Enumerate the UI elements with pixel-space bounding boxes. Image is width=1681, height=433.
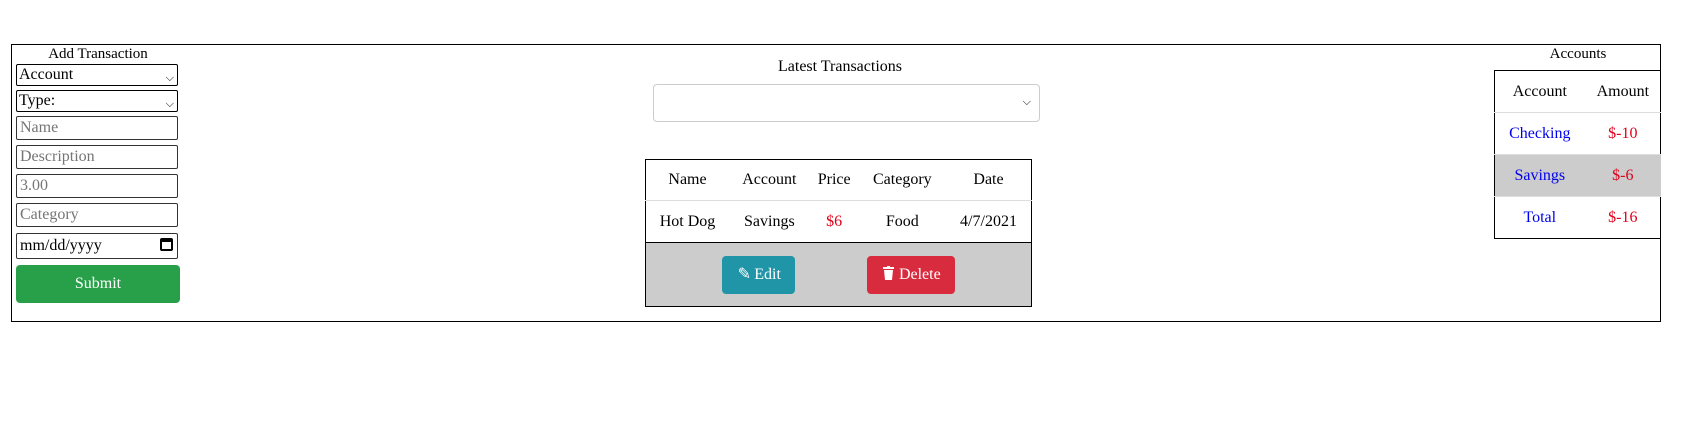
cell-category: Food	[885, 212, 919, 230]
trash-icon	[881, 256, 897, 294]
account-row-checking[interactable]: Checking $-10	[1494, 112, 1661, 155]
column-header-price: Price	[817, 171, 851, 188]
delete-button[interactable]: Delete	[866, 255, 955, 294]
type-select-value: Type:	[19, 92, 56, 109]
account-row-total: Total $-16	[1494, 196, 1661, 239]
account-amount: $-16	[1608, 208, 1638, 226]
chevron-down-icon: ⌵	[165, 72, 174, 84]
amount-input[interactable]: 3.00	[16, 174, 178, 198]
account-amount: $-10	[1608, 124, 1638, 142]
add-transaction-title: Add Transaction	[48, 46, 148, 62]
cell-account: Savings	[744, 212, 795, 230]
column-header-name: Name	[668, 171, 707, 188]
name-input[interactable]: Name	[16, 116, 178, 140]
add-transaction-panel: Add Transaction Account ⌵ Type: ⌵ Name D…	[16, 44, 180, 303]
account-name[interactable]: Total	[1495, 197, 1585, 239]
delete-label: Delete	[898, 265, 941, 283]
account-select[interactable]: Account ⌵	[16, 64, 178, 86]
cell-name: Hot Dog	[659, 212, 716, 230]
edit-label: Edit	[754, 265, 781, 283]
cell-price: $6	[826, 212, 843, 230]
category-input[interactable]: Category	[16, 203, 178, 227]
edit-button[interactable]: ✎ Edit	[722, 255, 795, 294]
cell-date: 4/7/2021	[960, 212, 1017, 230]
accounts-title: Accounts	[1549, 46, 1607, 62]
row-actions: ✎ Edit Delete	[645, 242, 1032, 307]
column-header-account: Account	[742, 171, 797, 188]
table-row[interactable]: Hot Dog Savings $6 Food 4/7/2021	[646, 201, 1032, 243]
accounts-header-row: Account Amount	[1494, 71, 1661, 113]
chevron-down-icon: ⌵	[1022, 96, 1031, 108]
type-select[interactable]: Type: ⌵	[16, 90, 178, 112]
transactions-table: Name Account Price Category Date Hot Dog…	[645, 159, 1032, 307]
chevron-down-icon: ⌵	[165, 98, 174, 110]
edit-icon: ✎	[737, 265, 751, 283]
account-row-savings[interactable]: Savings $-6	[1494, 154, 1661, 197]
column-header-account: Account	[1512, 82, 1567, 100]
accounts-table: Account Amount Checking $-10 Savings $-6…	[1494, 70, 1661, 239]
column-header-date: Date	[973, 171, 1004, 188]
latest-transactions-title: Latest Transactions	[778, 58, 902, 75]
calendar-icon[interactable]	[160, 238, 173, 251]
account-amount: $-6	[1612, 166, 1634, 184]
column-header-amount: Amount	[1596, 82, 1650, 100]
column-header-category: Category	[873, 171, 932, 188]
account-name[interactable]: Checking	[1495, 113, 1585, 155]
table-header-row: Name Account Price Category Date	[645, 160, 1032, 201]
account-select-value: Account	[19, 66, 74, 83]
transactions-filter-select[interactable]: ⌵	[653, 84, 1040, 122]
account-name[interactable]: Savings	[1495, 155, 1585, 197]
submit-button[interactable]: Submit	[16, 265, 180, 303]
description-input[interactable]: Description	[16, 145, 178, 169]
date-input-value: mm/dd/yyyy	[20, 237, 102, 254]
date-input[interactable]: mm/dd/yyyy	[16, 233, 178, 259]
